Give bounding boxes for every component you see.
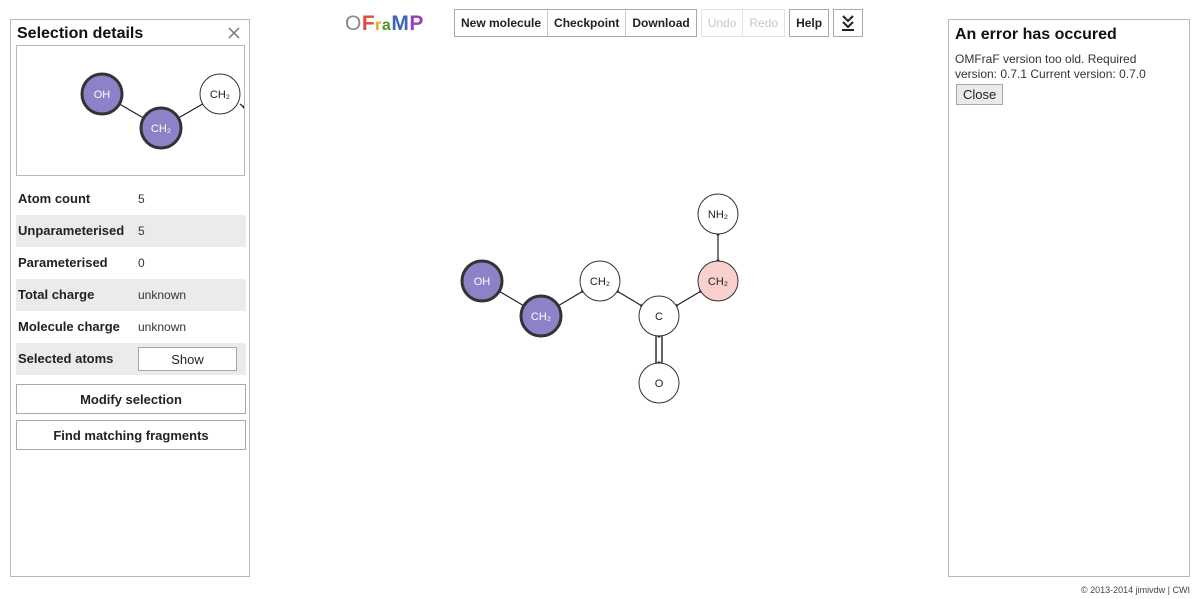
error-close-button[interactable]: Close xyxy=(956,84,1004,105)
selection-preview: OH CH₂ CH₂ xyxy=(16,45,245,176)
prop-row-total-charge: Total charge unknown xyxy=(16,279,246,311)
atom-label: C xyxy=(655,311,663,323)
atom-oh[interactable]: OH xyxy=(460,259,504,303)
prop-row-selected-atoms: Selected atoms Show xyxy=(16,343,246,375)
logo-letter: a xyxy=(381,17,392,34)
download-button[interactable]: Download xyxy=(625,10,696,36)
atom-label: CH₂ xyxy=(708,276,728,288)
atom-ch2b[interactable]: CH₂ xyxy=(579,260,621,302)
preview-bond xyxy=(239,103,244,109)
panel-title: Selection details xyxy=(17,25,144,42)
prop-row-molecule-charge: Molecule charge unknown xyxy=(16,311,246,343)
atom-ch2c[interactable]: CH₂ xyxy=(697,260,739,302)
prop-label: Total charge xyxy=(18,287,95,302)
prop-label: Selected atoms xyxy=(18,351,114,366)
prop-label: Unparameterised xyxy=(18,223,125,238)
show-selected-atoms-button[interactable]: Show xyxy=(138,347,237,371)
double-chevron-down-icon xyxy=(842,15,855,31)
preview-atom-ch2: CH₂ xyxy=(199,73,241,115)
preview-atom-ch2: CH₂ xyxy=(139,106,183,150)
help-button[interactable]: Help xyxy=(790,10,829,36)
new-molecule-button[interactable]: New molecule xyxy=(455,10,548,36)
history-button-group: Undo Redo xyxy=(700,9,786,37)
prop-value: unknown xyxy=(138,288,187,302)
selection-details-panel: Selection details OH CH₂ CH₂ Atom count … xyxy=(10,19,250,577)
logo-letter: P xyxy=(409,12,424,35)
error-panel: An error has occured OMFraF version too … xyxy=(948,19,1190,577)
prop-row-unparameterised: Unparameterised 5 xyxy=(16,215,246,247)
atom-nh2[interactable]: NH₂ xyxy=(697,193,739,235)
atom-label: CH₂ xyxy=(531,311,551,323)
expand-button[interactable] xyxy=(834,10,863,36)
logo-letter: F xyxy=(361,12,376,35)
checkpoint-button[interactable]: Checkpoint xyxy=(547,10,626,36)
app-logo: OFraMP xyxy=(345,12,424,36)
svg-text:CH₂: CH₂ xyxy=(151,123,171,135)
prop-value: 5 xyxy=(138,224,145,238)
logo-letter: M xyxy=(391,12,410,35)
prop-value: 5 xyxy=(138,192,145,206)
logo-letter: O xyxy=(345,12,362,35)
atom-label: NH₂ xyxy=(708,209,728,221)
prop-label: Parameterised xyxy=(18,255,108,270)
error-message: OMFraF version too old. Required version… xyxy=(955,52,1146,81)
prop-value: 0 xyxy=(138,256,145,270)
preview-atom-oh: OH xyxy=(80,72,124,116)
undo-button[interactable]: Undo xyxy=(701,10,743,36)
close-icon[interactable] xyxy=(227,26,241,40)
molecule-canvas[interactable]: OH CH₂ CH₂ C O CH₂ NH₂ xyxy=(440,185,750,415)
atom-label: CH₂ xyxy=(590,276,610,288)
logo-letter: r xyxy=(375,17,382,34)
atom-label: O xyxy=(655,378,664,390)
prop-row-atom-count: Atom count 5 xyxy=(16,183,246,215)
toolbar: New molecule Checkpoint Download Undo Re… xyxy=(454,9,864,37)
atom-ch2a[interactable]: CH₂ xyxy=(519,294,563,338)
file-button-group: New molecule Checkpoint Download xyxy=(454,9,697,37)
prop-row-parameterised: Parameterised 0 xyxy=(16,247,246,279)
expand-button-group xyxy=(833,9,864,37)
find-matching-fragments-button[interactable]: Find matching fragments xyxy=(16,420,246,450)
atom-o[interactable]: O xyxy=(638,362,680,404)
atom-c[interactable]: C xyxy=(638,295,680,337)
help-button-group: Help xyxy=(789,9,830,37)
modify-selection-button[interactable]: Modify selection xyxy=(16,384,246,414)
footer-copyright: © 2013-2014 jimivdw | CWI xyxy=(1080,585,1190,595)
atom-label: OH xyxy=(474,276,491,288)
redo-button[interactable]: Redo xyxy=(742,10,785,36)
svg-text:OH: OH xyxy=(94,89,111,101)
prop-value: unknown xyxy=(138,320,187,334)
prop-label: Atom count xyxy=(18,191,91,206)
svg-text:CH₂: CH₂ xyxy=(210,89,230,101)
prop-label: Molecule charge xyxy=(18,319,120,334)
error-title: An error has occured xyxy=(955,26,1117,43)
